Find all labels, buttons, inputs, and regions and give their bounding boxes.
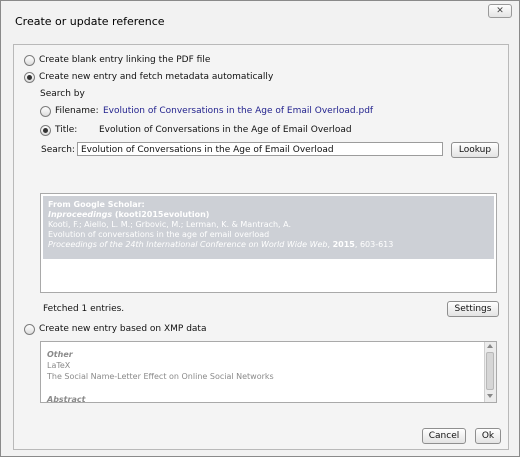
result-venue-line: Proceedings of the 24th International Co… (48, 240, 394, 249)
dialog-window: Create or update reference ✕ Create blan… (0, 0, 520, 457)
fetched-status: Fetched 1 entries. (43, 304, 125, 314)
search-input[interactable]: Evolution of Conversations in the Age of… (77, 142, 443, 156)
settings-button[interactable]: Settings (447, 301, 499, 317)
xmp-category: Other (47, 350, 73, 359)
dialog-title: Create or update reference (15, 15, 165, 28)
result-year: 2015 (332, 240, 355, 249)
filename-label[interactable]: Filename: (55, 106, 99, 116)
ok-button[interactable]: Ok (475, 428, 501, 444)
result-type-line: Inproceedings (kooti2015evolution) (48, 210, 209, 219)
title-label[interactable]: Title: (55, 125, 77, 135)
title-radio[interactable] (40, 125, 51, 136)
xmp-entry-radio[interactable] (24, 324, 35, 335)
xmp-title: The Social Name-Letter Effect on Online … (47, 372, 274, 381)
xmp-list[interactable]: Other LaTeX The Social Name-Letter Effec… (40, 341, 497, 403)
results-list[interactable]: From Google Scholar: Inproceedings (koot… (40, 193, 497, 293)
filename-value: Evolution of Conversations in the Age of… (103, 106, 374, 116)
new-entry-fetch-label[interactable]: Create new entry and fetch metadata auto… (39, 72, 273, 82)
new-entry-fetch-radio[interactable] (24, 72, 35, 83)
xmp-type: LaTeX (47, 361, 71, 370)
result-venue: Proceedings of the 24th International Co… (48, 240, 328, 249)
list-item[interactable]: From Google Scholar: Inproceedings (koot… (43, 196, 494, 259)
search-by-label: Search by (40, 89, 85, 99)
xmp-entry-label[interactable]: Create new entry based on XMP data (39, 324, 206, 334)
xmp-partial: Abstract (47, 395, 86, 403)
scroll-thumb[interactable] (486, 352, 494, 390)
blank-entry-label[interactable]: Create blank entry linking the PDF file (39, 55, 210, 65)
result-authors: Kooti, F.; Aiello, L. M.; Grbovic, M.; L… (48, 220, 292, 229)
lookup-button[interactable]: Lookup (451, 142, 499, 158)
options-panel: Create blank entry linking the PDF file … (13, 44, 509, 450)
scroll-down-icon[interactable] (487, 394, 493, 398)
result-type: Inproceedings (48, 210, 113, 219)
result-key: (kooti2015evolution) (114, 210, 210, 219)
result-title: Evolution of conversations in the age of… (48, 230, 270, 239)
scroll-up-icon[interactable] (487, 344, 493, 348)
close-button[interactable]: ✕ (488, 4, 512, 18)
close-icon: ✕ (496, 6, 504, 16)
result-pages: 603-613 (359, 240, 394, 249)
search-label: Search: (41, 145, 75, 155)
cancel-button[interactable]: Cancel (422, 428, 466, 444)
blank-entry-radio[interactable] (24, 55, 35, 66)
result-source: From Google Scholar: (48, 200, 145, 209)
filename-radio[interactable] (40, 106, 51, 117)
title-value: Evolution of Conversations in the Age of… (99, 125, 352, 135)
xmp-scrollbar[interactable] (484, 342, 496, 402)
